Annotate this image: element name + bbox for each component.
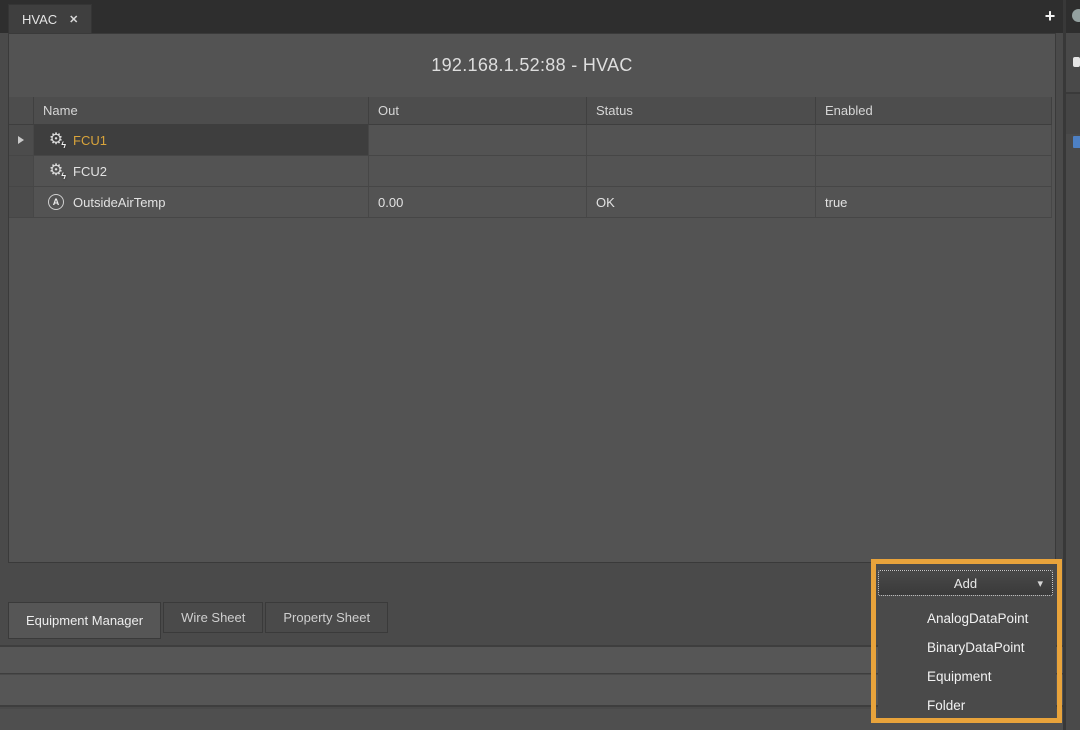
new-tab-button[interactable]: +: [1040, 4, 1060, 28]
document-tab-bar: HVAC ✕ +: [0, 0, 1080, 33]
row-name-label: OutsideAirTemp: [73, 195, 165, 210]
row-name-label: FCU1: [73, 133, 107, 148]
menu-item-equipment[interactable]: Equipment: [878, 662, 1056, 691]
header-gutter: [9, 97, 34, 125]
out-cell[interactable]: [369, 125, 587, 156]
row-name-label: FCU2: [73, 164, 107, 179]
add-button-label: Add: [954, 576, 977, 591]
menu-item-analogdatapoint[interactable]: AnalogDataPoint: [878, 604, 1056, 633]
status-cell[interactable]: [587, 125, 816, 156]
out-cell[interactable]: 0.00: [369, 187, 587, 218]
table-header-row: Name Out Status Enabled: [9, 97, 1055, 125]
clipped-file-icon: [1073, 57, 1080, 67]
out-cell[interactable]: [369, 156, 587, 187]
tab-wire-sheet[interactable]: Wire Sheet: [163, 602, 263, 633]
status-cell[interactable]: [587, 156, 816, 187]
enabled-cell[interactable]: [816, 125, 1052, 156]
tab-hvac[interactable]: HVAC ✕: [8, 4, 92, 33]
tab-property-sheet[interactable]: Property Sheet: [265, 602, 388, 633]
menu-item-folder[interactable]: Folder: [878, 691, 1056, 720]
status-cell[interactable]: OK: [587, 187, 816, 218]
right-panel-section: [1066, 94, 1080, 134]
add-button[interactable]: Add ▾: [878, 570, 1053, 596]
menu-item-binarydatapoint[interactable]: BinaryDataPoint: [878, 633, 1056, 662]
enabled-cell[interactable]: true: [816, 187, 1052, 218]
name-cell[interactable]: ⚙ ϟ FCU1: [34, 125, 369, 156]
page-title: 192.168.1.52:88 - HVAC: [9, 34, 1055, 96]
table-body: ⚙ ϟ FCU1 ⚙ ϟ FCU2 A: [9, 125, 1055, 218]
column-header-enabled[interactable]: Enabled: [816, 97, 1052, 125]
equipment-table: Name Out Status Enabled ⚙ ϟ FCU1 ⚙: [9, 97, 1055, 562]
equipment-manager-panel: 192.168.1.52:88 - HVAC Name Out Status E…: [8, 33, 1056, 563]
row-filler: [1052, 187, 1061, 218]
add-dropdown-menu: AnalogDataPointBinaryDataPointEquipmentF…: [878, 600, 1056, 722]
row-gutter: [9, 187, 34, 218]
analog-point-icon: A: [47, 193, 65, 211]
clipped-circle-icon: [1072, 9, 1080, 22]
right-panel-header: [1066, 0, 1080, 33]
selected-row-marker-icon: [18, 136, 24, 144]
column-header-name[interactable]: Name: [34, 97, 369, 125]
tab-hvac-label: HVAC: [22, 12, 57, 27]
row-gutter: [9, 125, 34, 156]
lightning-bolt-icon: ϟ: [61, 141, 66, 150]
equipment-icon: ⚙ ϟ: [47, 131, 65, 149]
table-row[interactable]: A OutsideAirTemp 0.00 OK true: [9, 187, 1055, 218]
name-cell[interactable]: ⚙ ϟ FCU2: [34, 156, 369, 187]
column-header-out[interactable]: Out: [369, 97, 587, 125]
clipped-blue-icon: [1073, 136, 1080, 148]
view-tab-bar: Equipment Manager Wire Sheet Property Sh…: [8, 602, 388, 642]
row-filler: [1052, 156, 1061, 187]
right-panel-sliver: [1063, 0, 1080, 730]
table-row[interactable]: ⚙ ϟ FCU1: [9, 125, 1055, 156]
chevron-down-icon: ▾: [1037, 577, 1043, 590]
table-row[interactable]: ⚙ ϟ FCU2: [9, 156, 1055, 187]
close-tab-icon[interactable]: ✕: [69, 13, 78, 26]
enabled-cell[interactable]: [816, 156, 1052, 187]
lightning-bolt-icon: ϟ: [61, 172, 66, 181]
column-header-status[interactable]: Status: [587, 97, 816, 125]
name-cell[interactable]: A OutsideAirTemp: [34, 187, 369, 218]
row-gutter: [9, 156, 34, 187]
tab-equipment-manager[interactable]: Equipment Manager: [8, 602, 161, 639]
equipment-icon: ⚙ ϟ: [47, 162, 65, 180]
row-filler: [1052, 125, 1061, 156]
right-panel-section: [1066, 33, 1080, 94]
header-filler: [1052, 97, 1061, 125]
